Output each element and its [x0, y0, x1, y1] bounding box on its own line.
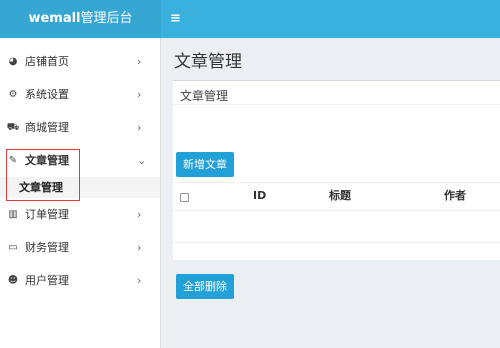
sidebar-item-system-settings[interactable]: ⚙ 系统设置 › — [0, 78, 160, 111]
chevron-right-icon: › — [137, 55, 142, 68]
users-icon: ☻ — [7, 275, 19, 286]
dashboard-icon: ◕ — [8, 56, 18, 67]
sidebar-item-order-management[interactable]: ▥ 订单管理 › — [0, 198, 160, 231]
panel-header: 文章管理 — [173, 81, 500, 105]
top-navbar: wemall管理后台 ≡ — [0, 0, 500, 38]
column-header-id: ID — [253, 189, 267, 202]
main-content: 文章管理 文章管理 新增文章 ID 标题 作者 全部删除 — [161, 38, 500, 348]
chevron-right-icon: › — [137, 241, 142, 254]
sidebar-item-label: 商城管理 — [25, 121, 69, 134]
sidebar-menu: ◕ 店铺首页 › ⚙ 系统设置 › ⛟ 商城管理 › ✎ 文章管理 ⌄ 文章管理… — [0, 45, 160, 297]
chevron-right-icon: › — [137, 121, 142, 134]
edit-icon: ✎ — [8, 155, 18, 166]
menu-toggle-icon[interactable]: ≡ — [170, 0, 181, 38]
chevron-right-icon: › — [137, 208, 142, 221]
select-all-checkbox[interactable] — [180, 193, 189, 202]
brand-logo[interactable]: wemall管理后台 — [0, 0, 161, 38]
sidebar-item-user-management[interactable]: ☻ 用户管理 › — [0, 264, 160, 297]
sidebar-item-finance-management[interactable]: ▭ 财务管理 › — [0, 231, 160, 264]
cogs-icon: ⚙ — [8, 89, 18, 100]
brand-name-suffix: 管理后台 — [80, 11, 133, 26]
chevron-right-icon: › — [137, 274, 142, 287]
sidebar-item-label: 用户管理 — [25, 274, 69, 287]
sidebar-item-store-home[interactable]: ◕ 店铺首页 › — [0, 45, 160, 78]
table-divider — [173, 210, 500, 211]
bar-chart-icon: ▥ — [8, 209, 18, 220]
delete-all-button[interactable]: 全部删除 — [176, 274, 234, 299]
table-divider — [173, 242, 500, 243]
cart-icon: ⛟ — [6, 122, 20, 133]
sidebar-item-mall-management[interactable]: ⛟ 商城管理 › — [0, 111, 160, 144]
sidebar-item-article-management[interactable]: ✎ 文章管理 ⌄ — [0, 144, 160, 177]
brand-name-bold: wemall — [28, 11, 81, 26]
chevron-down-icon: ⌄ — [137, 154, 147, 167]
page-title: 文章管理 — [174, 52, 242, 72]
add-article-button[interactable]: 新增文章 — [176, 152, 234, 177]
sidebar-item-label: 店铺首页 — [25, 55, 69, 68]
chevron-right-icon: › — [137, 88, 142, 101]
article-panel: 文章管理 新增文章 ID 标题 作者 全部删除 — [173, 80, 500, 299]
sidebar-item-label: 订单管理 — [25, 208, 69, 221]
column-header-title: 标题 — [329, 189, 351, 202]
submenu-item-article-management[interactable]: 文章管理 — [0, 177, 160, 198]
panel-title: 文章管理 — [180, 89, 229, 103]
sidebar-item-label: 财务管理 — [25, 241, 69, 254]
sidebar: ◕ 店铺首页 › ⚙ 系统设置 › ⛟ 商城管理 › ✎ 文章管理 ⌄ 文章管理… — [0, 38, 161, 348]
sidebar-item-label: 系统设置 — [25, 88, 69, 101]
credit-card-icon: ▭ — [8, 242, 18, 253]
sidebar-item-label: 文章管理 — [25, 154, 69, 167]
column-header-author: 作者 — [444, 189, 466, 202]
